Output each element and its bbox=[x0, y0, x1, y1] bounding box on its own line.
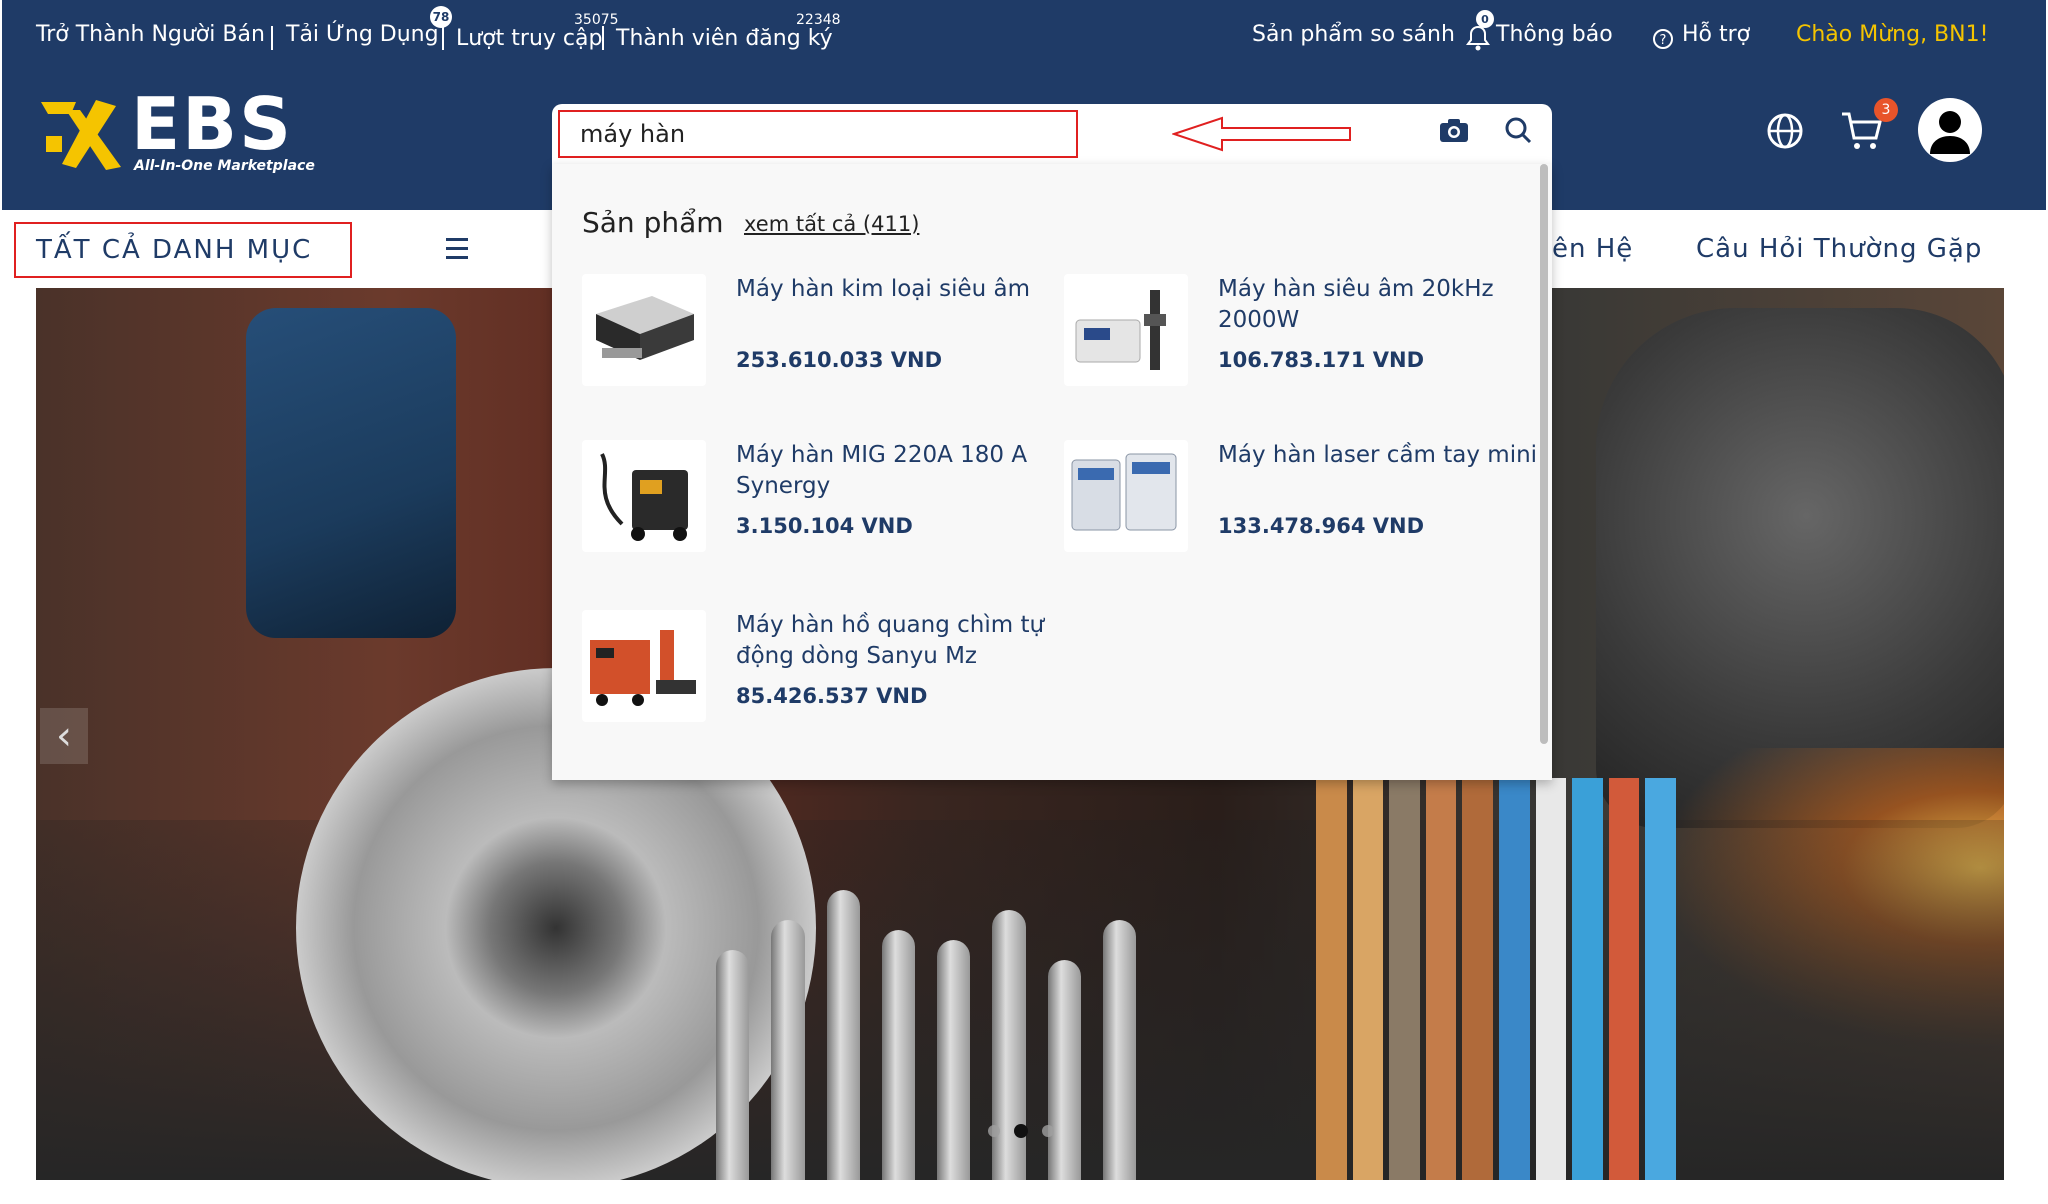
product-name: Máy hàn kim loại siêu âm bbox=[736, 276, 1031, 302]
search-actions bbox=[1438, 116, 1532, 144]
product-name: Máy hàn hồ quang chìm tự động dòng Sanyu… bbox=[736, 612, 1045, 669]
welcome-user[interactable]: Chào Mừng, BN1! bbox=[1796, 22, 1988, 47]
slider-dot-active[interactable] bbox=[1014, 1124, 1028, 1138]
product-price: 85.426.537 VND bbox=[736, 684, 928, 708]
product-thumbnail bbox=[582, 610, 706, 722]
user-icon bbox=[1930, 111, 1970, 154]
notifications-link[interactable]: Thông báo bbox=[1496, 22, 1613, 47]
menu-icon[interactable] bbox=[446, 238, 468, 265]
product-price: 3.150.104 VND bbox=[736, 514, 913, 538]
slider-dot[interactable] bbox=[1042, 1125, 1054, 1137]
members-count: 22348 bbox=[796, 12, 841, 28]
visits-count: 35075 bbox=[574, 12, 619, 28]
user-avatar[interactable] bbox=[1918, 98, 1982, 162]
product-price: 253.610.033 VND bbox=[736, 348, 943, 372]
banner-abrasive-sticks bbox=[1316, 778, 1676, 1180]
all-categories-button[interactable]: TẤT CẢ DANH MỤC bbox=[14, 222, 352, 278]
slider-dots bbox=[988, 1124, 1054, 1138]
bell-icon[interactable] bbox=[1466, 24, 1490, 52]
search-input[interactable] bbox=[558, 110, 1078, 158]
search-suggestions-dropdown: Sản phẩm xem tất cả (411) Máy hàn kim lo… bbox=[552, 164, 1552, 780]
product-thumbnail bbox=[582, 274, 706, 386]
product-suggestion[interactable]: Máy hàn hồ quang chìm tự động dòng Sanyu… bbox=[582, 610, 1062, 730]
visits-label: Lượt truy cập bbox=[456, 26, 603, 51]
nav-faq[interactable]: Câu Hỏi Thường Gặp bbox=[1696, 234, 1982, 264]
see-all-link[interactable]: xem tất cả (411) bbox=[744, 212, 919, 236]
banner-drill-image bbox=[246, 308, 456, 638]
slider-prev-button[interactable]: ‹ bbox=[40, 708, 88, 764]
product-suggestion[interactable]: Máy hàn laser cầm tay mini 133.478.964 V… bbox=[1064, 440, 1544, 560]
nav-contact[interactable]: ên Hệ bbox=[1552, 234, 1633, 264]
download-app-link[interactable]: Tải Ứng Dụng bbox=[286, 22, 439, 47]
ebs-logo[interactable]: EBS All-In-One Marketplace bbox=[36, 82, 336, 180]
product-suggestion[interactable]: Máy hàn siêu âm 20kHz 2000W 106.783.171 … bbox=[1064, 274, 1544, 394]
app-badge: 78 bbox=[430, 6, 452, 28]
product-name: Máy hàn laser cầm tay mini bbox=[1218, 442, 1538, 468]
slider-dot[interactable] bbox=[988, 1125, 1000, 1137]
search-icon[interactable] bbox=[1504, 116, 1532, 144]
banner-drill-bits bbox=[716, 888, 1136, 1180]
red-arrow-annotation bbox=[1172, 116, 1351, 152]
search-bar bbox=[552, 104, 1552, 164]
hammer-logo-icon bbox=[41, 100, 121, 170]
svg-text:?: ? bbox=[1660, 33, 1667, 48]
product-suggestion[interactable]: Máy hàn MIG 220A 180 A Synergy 3.150.104… bbox=[582, 440, 1062, 560]
become-seller-link[interactable]: Trở Thành Người Bán bbox=[36, 22, 265, 47]
page: Trở Thành Người Bán Tải Ứng Dụng 78 Lượt… bbox=[0, 0, 2048, 1204]
product-thumbnail bbox=[1064, 274, 1188, 386]
product-name: Máy hàn MIG 220A 180 A Synergy bbox=[736, 442, 1028, 499]
product-name: Máy hàn siêu âm 20kHz 2000W bbox=[1218, 276, 1494, 333]
members-label: Thành viên đăng ký bbox=[616, 26, 833, 51]
product-thumbnail bbox=[582, 440, 706, 552]
camera-icon[interactable] bbox=[1438, 116, 1470, 144]
divider bbox=[271, 26, 273, 50]
product-price: 106.783.171 VND bbox=[1218, 348, 1425, 372]
divider bbox=[442, 26, 444, 50]
logo-wordmark: EBS bbox=[131, 82, 293, 166]
dropdown-section-title: Sản phẩm bbox=[582, 206, 724, 239]
product-thumbnail bbox=[1064, 440, 1188, 552]
compare-link[interactable]: Sản phẩm so sánh bbox=[1252, 22, 1455, 47]
help-icon[interactable]: ? bbox=[1652, 28, 1674, 50]
cart-count-badge: 3 bbox=[1874, 98, 1898, 122]
globe-icon[interactable] bbox=[1766, 112, 1804, 150]
divider bbox=[602, 26, 604, 50]
product-price: 133.478.964 VND bbox=[1218, 514, 1425, 538]
support-link[interactable]: Hỗ trợ bbox=[1682, 22, 1750, 47]
notifications-badge: 0 bbox=[1476, 10, 1494, 28]
logo-tagline: All-In-One Marketplace bbox=[134, 158, 315, 174]
product-suggestion[interactable]: Máy hàn kim loại siêu âm 253.610.033 VND bbox=[582, 274, 1062, 394]
